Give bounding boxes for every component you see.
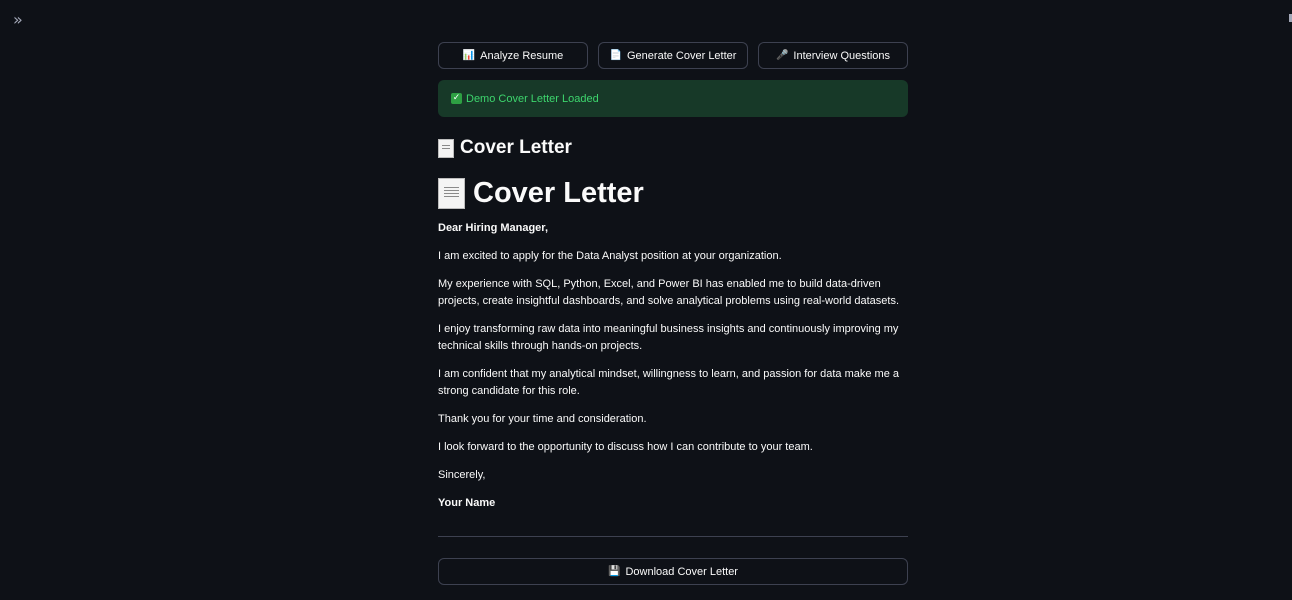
success-alert-text: Demo Cover Letter Loaded (466, 92, 599, 105)
letter-salutation: Dear Hiring Manager, (438, 222, 549, 234)
document-icon (438, 138, 454, 158)
document-icon: 📄 (609, 50, 622, 61)
success-alert: ✓ Demo Cover Letter Loaded (438, 80, 908, 117)
generate-cover-letter-label: Generate Cover Letter (627, 49, 737, 62)
bar-chart-icon: 📊 (462, 50, 476, 61)
download-cover-letter-label: Download Cover Letter (625, 565, 738, 578)
letter-paragraph: I look forward to the opportunity to dis… (438, 441, 813, 453)
sidebar-expand-icon[interactable]: » (13, 10, 31, 30)
interview-questions-button[interactable]: 🎤 Interview Questions (758, 42, 908, 69)
floppy-disk-icon: 💾 (608, 566, 621, 577)
document-icon (438, 177, 465, 209)
download-cover-letter-button[interactable]: 💾 Download Cover Letter (438, 558, 908, 585)
action-toolbar: 📊 Analyze Resume 📄 Generate Cover Letter… (438, 42, 908, 69)
letter-signature: Your Name (438, 497, 496, 509)
section-title: Cover Letter (438, 136, 908, 160)
letter-heading-text: Cover Letter (473, 176, 644, 209)
letter-paragraph: I am excited to apply for the Data Analy… (438, 250, 782, 262)
letter-paragraph: I enjoy transforming raw data into meani… (438, 323, 899, 352)
check-icon: ✓ (451, 93, 462, 104)
letter-heading: Cover Letter (438, 174, 908, 212)
cover-letter-body: Dear Hiring Manager, I am excited to app… (438, 220, 908, 512)
microphone-icon: 🎤 (775, 50, 789, 61)
generate-cover-letter-button[interactable]: 📄 Generate Cover Letter (598, 42, 748, 69)
letter-paragraph: Thank you for your time and consideratio… (438, 413, 647, 425)
analyze-resume-label: Analyze Resume (480, 49, 564, 62)
letter-paragraph: I am confident that my analytical mindse… (438, 368, 900, 397)
divider (438, 536, 908, 537)
letter-closing: Sincerely, (438, 469, 486, 481)
analyze-resume-button[interactable]: 📊 Analyze Resume (438, 42, 588, 69)
letter-paragraph: My experience with SQL, Python, Excel, a… (438, 278, 900, 307)
section-title-text: Cover Letter (460, 137, 572, 158)
main-content: 📊 Analyze Resume 📄 Generate Cover Letter… (438, 42, 908, 585)
interview-questions-label: Interview Questions (793, 49, 891, 62)
